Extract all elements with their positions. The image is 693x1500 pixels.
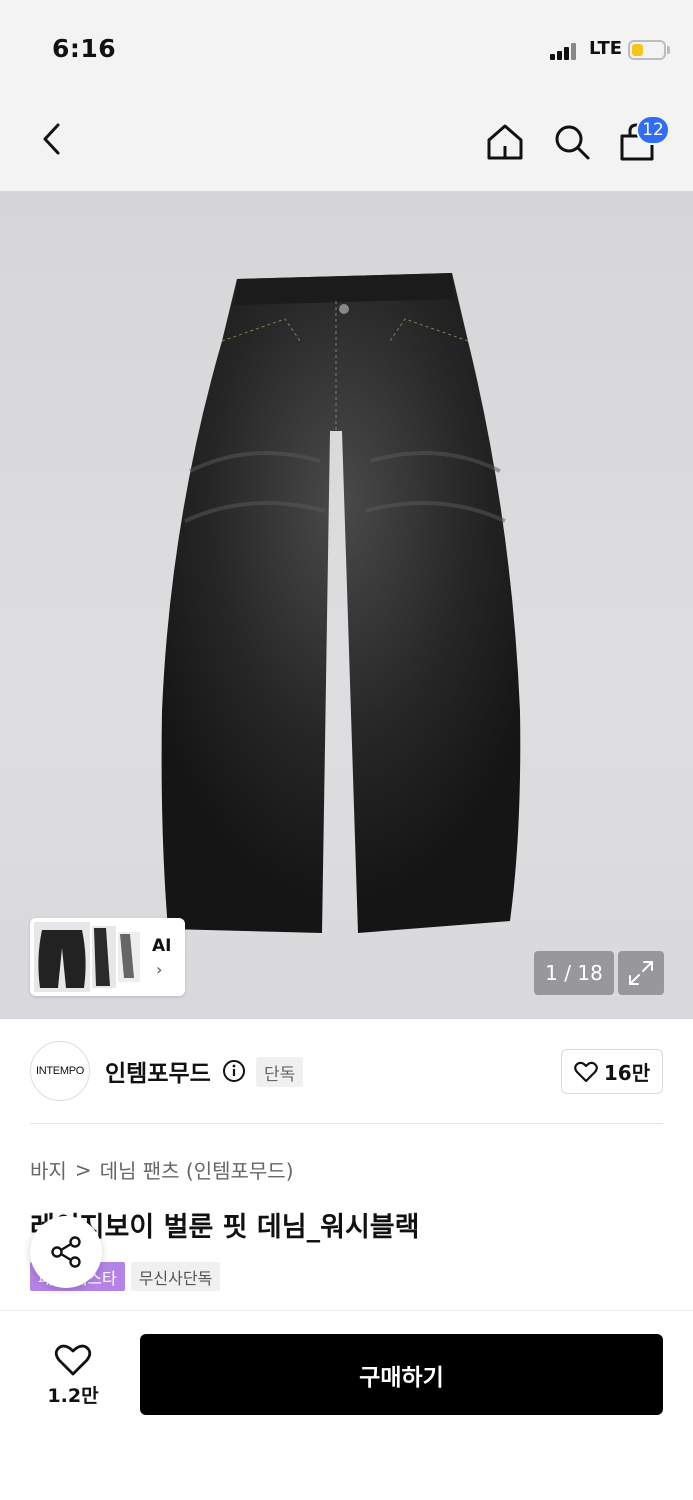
share-icon bbox=[51, 1236, 81, 1268]
heart-icon bbox=[54, 1344, 92, 1375]
thumbnail-images bbox=[34, 922, 140, 992]
search-icon bbox=[555, 125, 590, 160]
brand-name[interactable]: 인템포무드 bbox=[105, 1054, 211, 1088]
tag-musinsa-exclusive: 무신사단독 bbox=[130, 1262, 221, 1291]
cart-count-badge: 12 bbox=[636, 115, 670, 145]
expand-image-button[interactable] bbox=[618, 951, 664, 995]
breadcrumb-item[interactable]: 바지 bbox=[30, 1155, 67, 1184]
top-nav-bar bbox=[0, 95, 693, 191]
bottom-bar-divider bbox=[0, 1310, 693, 1311]
image-counter: 1 / 18 bbox=[534, 951, 614, 995]
share-button[interactable] bbox=[30, 1216, 102, 1288]
ai-label[interactable]: AI bbox=[152, 936, 171, 956]
signal-icon bbox=[550, 42, 580, 60]
heart-icon bbox=[574, 1061, 598, 1082]
breadcrumb-separator: > bbox=[74, 1157, 92, 1182]
product-like-count: 1.2만 bbox=[47, 1384, 99, 1407]
divider bbox=[30, 1123, 663, 1124]
chevron-left-icon bbox=[43, 123, 60, 155]
back-button[interactable] bbox=[30, 117, 74, 161]
breadcrumb-item[interactable]: 데님 팬츠 (인템포무드) bbox=[100, 1155, 294, 1184]
network-label: LTE bbox=[589, 38, 623, 59]
buy-button[interactable]: 구매하기 bbox=[140, 1334, 663, 1415]
chevron-right-icon: › bbox=[156, 960, 163, 979]
breadcrumb: 바지 > 데님 팬츠 (인템포무드) bbox=[30, 1155, 294, 1184]
exclusive-badge: 단독 bbox=[256, 1057, 304, 1087]
ai-similar-thumbnail[interactable] bbox=[30, 918, 185, 996]
brand-logo[interactable]: INTEMPO bbox=[30, 1041, 90, 1101]
search-button[interactable] bbox=[547, 117, 597, 167]
brand-like-button[interactable]: 16만 bbox=[561, 1049, 663, 1094]
expand-icon bbox=[629, 961, 653, 985]
info-icon[interactable] bbox=[222, 1059, 246, 1083]
product-image[interactable] bbox=[0, 191, 693, 1019]
status-bar: 6:16 LTE bbox=[0, 0, 693, 95]
jeans-image bbox=[161, 273, 521, 933]
product-like-button[interactable]: 1.2만 bbox=[30, 1335, 116, 1415]
status-time: 6:16 bbox=[52, 34, 117, 63]
home-button[interactable] bbox=[480, 117, 530, 167]
home-icon bbox=[487, 124, 523, 160]
battery-icon bbox=[628, 40, 666, 60]
brand-like-count: 16만 bbox=[603, 1061, 651, 1085]
